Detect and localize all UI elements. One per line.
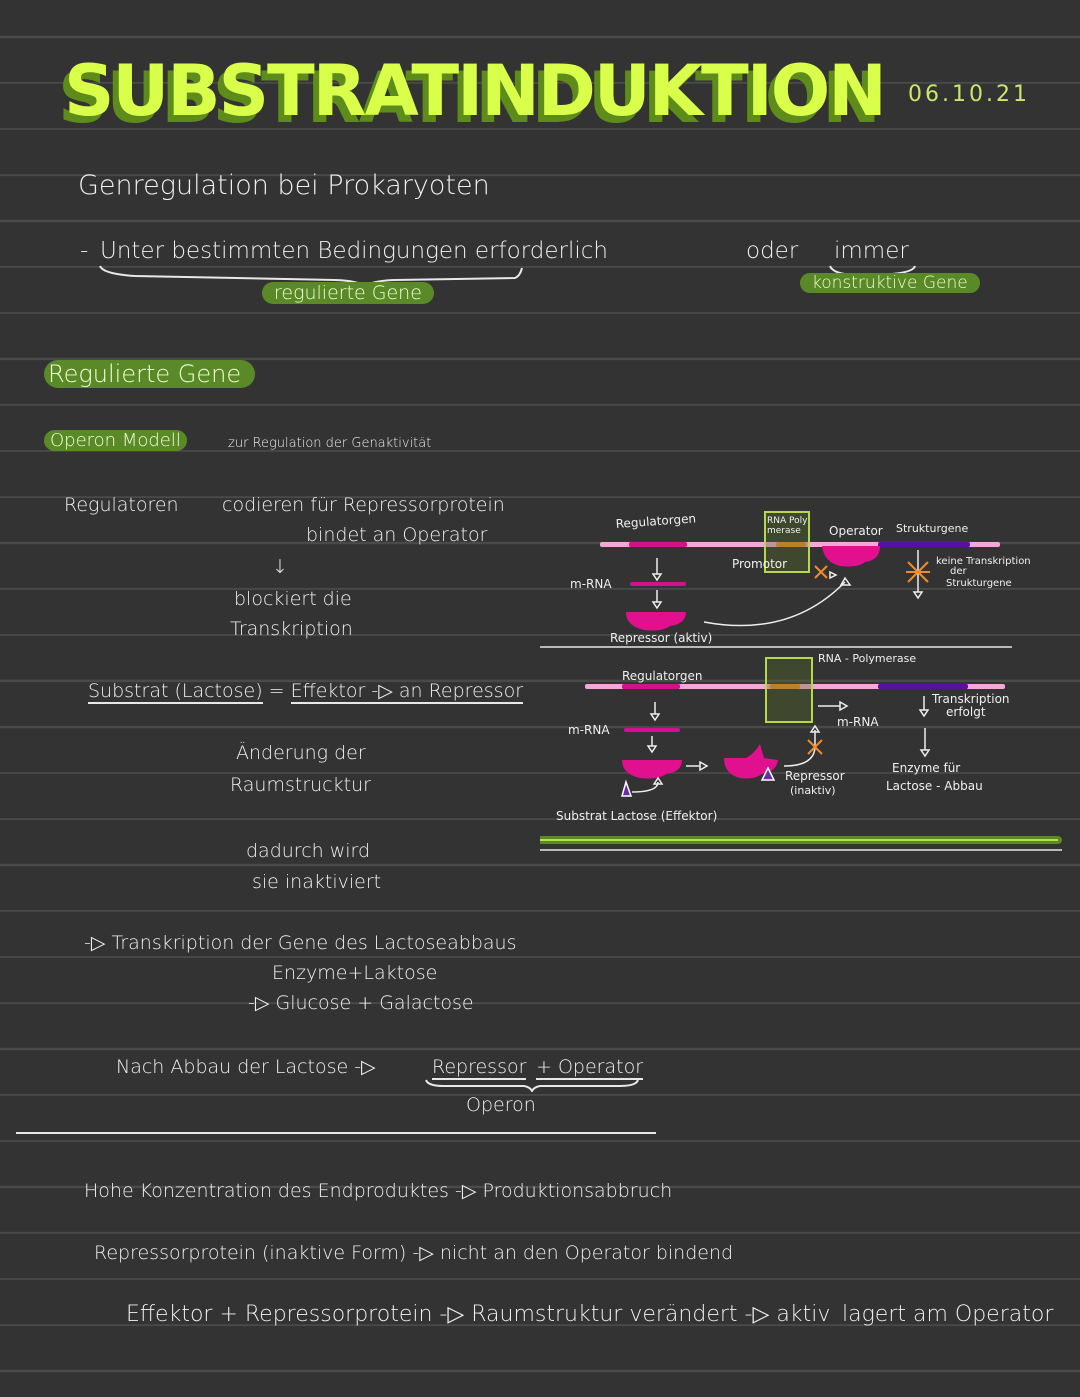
label-mrna-top: m-RNA [570, 577, 612, 591]
structural-genes-bottom [878, 684, 968, 689]
label-enzymes-2: Lactose - Abbau [886, 779, 983, 793]
label-no-transcription-2: der [950, 566, 968, 577]
arrow-right-icon-3 [699, 760, 709, 772]
label-enzymes-1: Enzyme für [892, 761, 960, 775]
after-repressor: Repressor [432, 1056, 527, 1080]
arrow-head-icon-3 [912, 591, 924, 600]
tag-constitutive-genes: konstruktive Gene [800, 273, 980, 293]
label-substrate-effector: Substrat Lactose (Effektor) [556, 809, 717, 823]
structural-genes-top [878, 542, 970, 547]
operon-diagram: Regulatorgen RNA Poly merase Promotor Op… [540, 511, 1062, 851]
transcription-line: -▷ Transkription der Gene des Lactoseabb… [84, 932, 517, 954]
brace-operon [425, 1079, 639, 1092]
tag-operon-model: Operon Modell [44, 430, 187, 451]
date: 06.10.21 [908, 82, 1030, 107]
bullet-dash: - [80, 238, 89, 264]
arrow-up-icon [839, 576, 852, 586]
label-regulatorgen-top: Regulatorgen [615, 511, 696, 531]
arrow-head-icon-2 [651, 601, 663, 610]
or-text: oder [746, 238, 799, 264]
tag-regulated-genes: regulierte Gene [262, 282, 434, 304]
change-text-2: Raumstrucktur [230, 774, 371, 796]
label-rna-polymerase-1: RNA Poly [767, 516, 808, 526]
substrate-lactose: Substrat (Lactose) [88, 680, 263, 704]
label-transcription-1: Transkription [931, 692, 1010, 706]
condition-text: Unter bestimmten Bedingungen erforderlic… [100, 238, 608, 264]
section-heading-regulated: Regulierte Gene [44, 360, 256, 388]
label-no-transcription-3: Strukturgene [946, 578, 1012, 589]
label-transcription-2: erfolgt [946, 705, 986, 719]
blocks-text-2: Transkription [230, 618, 353, 640]
codes-for-text: codieren für Repressorprotein [222, 494, 505, 516]
label-mrna-bottom-right: m-RNA [837, 715, 879, 729]
regulator-gene-bottom [622, 684, 680, 689]
mrna-strand-bottom [624, 728, 680, 732]
repressor-active [626, 612, 686, 631]
arrow-head-icon [651, 573, 663, 582]
always-text: immer [834, 238, 909, 264]
label-rna-polymerase-2: merase [767, 526, 801, 536]
repressor-before-effector [622, 760, 682, 779]
equals-sign: = [268, 680, 285, 702]
regulator-gene-top [629, 542, 687, 547]
operon-description: zur Regulation der Genaktivität [228, 436, 432, 451]
block-x-icon [814, 565, 828, 579]
binding-arrow [703, 581, 846, 627]
operon-label: Operon [466, 1094, 536, 1116]
label-promotor: Promotor [732, 557, 787, 571]
enzyme-line: Enzyme+Laktose [272, 962, 438, 984]
end-product-line-2: Repressorprotein (inaktive Form) -▷ nich… [94, 1242, 734, 1264]
rna-polymerase-box-bottom [765, 657, 813, 723]
blocks-text-1: blockiert die [234, 588, 352, 610]
effector-triangle [621, 779, 633, 797]
end-product-line-3-right: lagert am Operator [842, 1302, 1054, 1327]
change-text-1: Änderung der [236, 742, 366, 764]
regulators-label: Regulatoren [64, 494, 179, 516]
arrow-head-icon-5 [646, 745, 658, 754]
arrow-head-icon-4 [649, 713, 661, 722]
label-strukturgene: Strukturgene [896, 522, 968, 535]
mrna-strand-top [630, 582, 686, 586]
products-line: -▷ Glucose + Galactose [248, 992, 474, 1014]
divider [16, 1132, 656, 1134]
page-title: SUBSTRATINDUKTION [64, 50, 887, 132]
arrow-right-icon [829, 570, 838, 580]
label-repressor-active: Repressor (aktiv) [610, 631, 712, 645]
end-product-line-1: Hohe Konzentration des Endproduktes -▷ P… [84, 1180, 673, 1202]
effector-to-repressor: Effektor -▷ an Repressor [290, 680, 524, 704]
label-rna-polymerase-bottom: RNA - Polymerase [818, 652, 916, 665]
substrate-text: Substrat (Lactose) = Effektor -▷ an Repr… [88, 680, 524, 704]
section-heading-genregulation: Genregulation bei Prokaryoten [78, 170, 490, 201]
arrow-right-icon-2 [839, 700, 849, 712]
after-degradation-text: Nach Abbau der Lactose -▷ [116, 1056, 376, 1078]
label-mrna-bottom-left: m-RNA [568, 723, 610, 737]
after-operator: + Operator [536, 1056, 644, 1080]
label-regulatorgen-bottom: Regulatorgen [622, 669, 702, 683]
label-operator: Operator [829, 524, 883, 538]
end-product-line-3: Effektor + Repressorprotein -▷ Raumstruk… [126, 1302, 831, 1327]
label-repressor-inactive-2: (inaktiv) [790, 784, 836, 797]
inactivated-text-2: sie inaktiviert [252, 871, 382, 893]
blocked-binding-arrow [783, 730, 816, 767]
binds-text: bindet an Operator [306, 524, 488, 546]
arrow-down-icon: ↓ [272, 556, 288, 578]
arrow-head-icon-6 [918, 709, 930, 718]
repressor-bound-operator [822, 546, 880, 567]
arrow-head-icon-7 [919, 749, 931, 758]
label-repressor-inactive-1: Repressor [785, 769, 845, 783]
inactivated-text-1: dadurch wird [246, 840, 371, 862]
